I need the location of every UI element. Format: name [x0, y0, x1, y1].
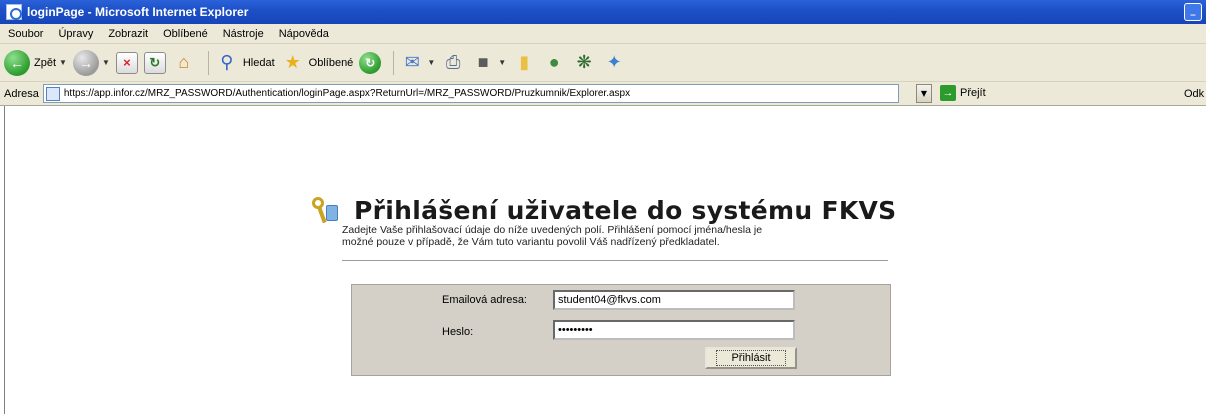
- edit-button[interactable]: ■ ▼: [471, 48, 506, 78]
- page-title: Přihlášení uživatele do systému FKVS: [354, 195, 897, 225]
- search-label: Hledat: [242, 56, 275, 69]
- window-titlebar: loginPage - Microsoft Internet Explorer …: [0, 0, 1206, 24]
- refresh-button[interactable]: ↻: [143, 48, 166, 78]
- intro-text: Zadejte Vaše přihlašovací údaje do níže …: [342, 224, 902, 248]
- login-form: Emailová adresa: Heslo: Přihlásit: [351, 284, 891, 376]
- history-icon: ↻: [359, 51, 382, 74]
- window-title: loginPage - Microsoft Internet Explorer: [27, 5, 249, 19]
- stop-button[interactable]: ×: [115, 48, 138, 78]
- go-arrow-icon: →: [940, 85, 956, 101]
- back-label: Zpět: [34, 56, 57, 69]
- email-label: Emailová adresa:: [442, 294, 527, 306]
- address-dropdown-icon[interactable]: ▼: [916, 84, 932, 103]
- toolbar: ← Zpět ▼ → ▼ × ↻ ⌂ ⚲ Hledat ★ Oblíbené ↻…: [0, 44, 1206, 82]
- page-icon: [45, 86, 60, 101]
- favorites-button[interactable]: ★ Oblíbené: [281, 48, 354, 78]
- login-header: Přihlášení uživatele do systému FKVS: [310, 195, 896, 225]
- discuss-icon: ✦: [606, 52, 622, 72]
- address-url[interactable]: https://app.infor.cz/MRZ_PASSWORD/Authen…: [64, 88, 630, 99]
- minimize-button[interactable]: _: [1184, 3, 1202, 21]
- discuss-button[interactable]: ✦: [602, 48, 626, 78]
- toolbar-separator: [207, 50, 209, 75]
- login-button[interactable]: Přihlásit: [705, 347, 797, 369]
- address-label: Adresa: [4, 87, 39, 100]
- forward-icon: →: [72, 49, 99, 76]
- go-label: Přejít: [960, 87, 986, 99]
- home-button[interactable]: ⌂: [172, 48, 196, 78]
- home-icon: ⌂: [178, 52, 190, 72]
- menu-file[interactable]: Soubor: [8, 28, 43, 40]
- folder-icon: ▮: [519, 52, 530, 72]
- email-field[interactable]: [553, 290, 795, 310]
- content-border: [4, 106, 5, 414]
- favorites-icon: ★: [284, 52, 301, 72]
- print-button[interactable]: ⎙: [441, 48, 465, 78]
- search-icon: ⚲: [220, 52, 234, 72]
- password-label: Heslo:: [442, 326, 474, 338]
- go-button[interactable]: → Přejít: [940, 85, 986, 101]
- chevron-down-icon[interactable]: ▼: [498, 58, 506, 67]
- back-button[interactable]: ← Zpět ▼: [4, 48, 67, 78]
- address-bar: Adresa https://app.infor.cz/MRZ_PASSWORD…: [0, 82, 1206, 106]
- menu-favorites[interactable]: Oblíbené: [163, 28, 208, 40]
- favorites-label: Oblíbené: [308, 56, 354, 69]
- settings-button[interactable]: ❋: [572, 48, 596, 78]
- forward-button[interactable]: → ▼: [72, 48, 110, 78]
- stop-icon: ×: [115, 51, 138, 74]
- settings-icon: ❋: [576, 52, 592, 72]
- menu-edit[interactable]: Úpravy: [58, 28, 93, 40]
- edit-icon: ■: [477, 52, 489, 72]
- intro-line-1: Zadejte Vaše přihlašovací údaje do níže …: [342, 224, 763, 236]
- divider: [342, 260, 888, 261]
- back-icon: ←: [4, 49, 30, 76]
- history-button[interactable]: ↻: [359, 48, 382, 78]
- links-button[interactable]: Odk: [1184, 88, 1204, 100]
- menu-tools[interactable]: Nástroje: [223, 28, 264, 40]
- folder-button[interactable]: ▮: [512, 48, 536, 78]
- print-icon: ⎙: [446, 52, 461, 72]
- menu-bar: Soubor Úpravy Zobrazit Oblíbené Nástroje…: [0, 24, 1206, 44]
- chevron-down-icon[interactable]: ▼: [427, 58, 435, 67]
- password-field[interactable]: [553, 320, 795, 340]
- messenger-button[interactable]: ●: [542, 48, 566, 78]
- address-input[interactable]: https://app.infor.cz/MRZ_PASSWORD/Authen…: [42, 84, 899, 103]
- ie-icon: [6, 4, 22, 20]
- login-button-label: Přihlásit: [716, 350, 786, 366]
- search-button[interactable]: ⚲ Hledat: [215, 48, 275, 78]
- toolbar-separator: [393, 50, 395, 75]
- intro-line-2: možné pouze v případě, že Vám tuto varia…: [342, 236, 720, 248]
- menu-view[interactable]: Zobrazit: [108, 28, 148, 40]
- mail-button[interactable]: ✉ ▼: [400, 48, 435, 78]
- menu-help[interactable]: Nápověda: [279, 28, 329, 40]
- messenger-icon: ●: [548, 52, 560, 72]
- chevron-down-icon[interactable]: ▼: [59, 58, 67, 67]
- chevron-down-icon[interactable]: ▼: [102, 58, 110, 67]
- mail-icon: ✉: [404, 52, 420, 72]
- keys-icon: [310, 195, 340, 225]
- refresh-icon: ↻: [143, 51, 166, 74]
